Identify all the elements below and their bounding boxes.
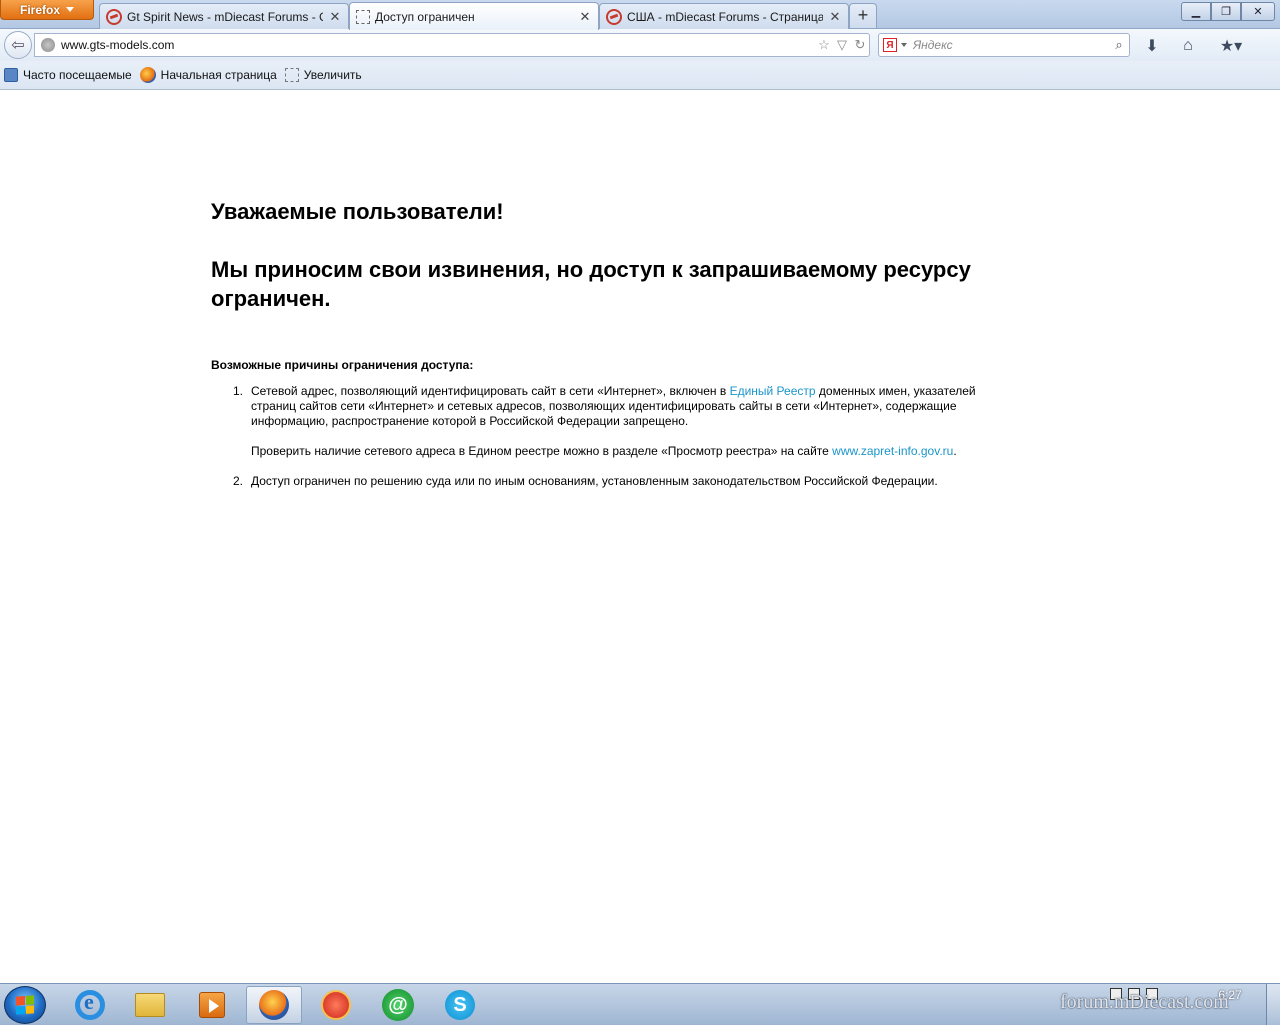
zapret-info-link[interactable]: www.zapret-info.gov.ru (832, 444, 953, 458)
folder-icon (135, 993, 165, 1017)
bookmark-start-page[interactable]: Начальная страница (139, 67, 277, 83)
start-button[interactable] (4, 986, 46, 1024)
ccleaner-icon (321, 990, 351, 1020)
windows-logo-icon (16, 995, 34, 1015)
system-tray (1110, 988, 1158, 1000)
close-window-button[interactable]: ✕ (1241, 2, 1275, 21)
minimize-icon: ▁ (1191, 6, 1201, 18)
close-icon: ✕ (1253, 6, 1263, 18)
tab-close-icon[interactable]: ✕ (828, 9, 842, 25)
tray-volume-icon[interactable] (1146, 988, 1158, 1000)
taskbar-mail-agent[interactable]: @ (370, 986, 426, 1024)
list-item-number: 1. (232, 384, 243, 398)
windows-taskbar: @ S 6:27 (0, 983, 1280, 1025)
page-viewport: Уважаемые пользователи! Мы приносим свои… (0, 90, 1280, 983)
restore-icon: ❐ (1221, 6, 1231, 18)
blank-page-icon (356, 9, 370, 24)
firefox-menu-button[interactable]: Firefox (0, 0, 94, 20)
reason-text-start: Сетевой адрес, позволяющий идентифициров… (251, 384, 730, 398)
bookmark-most-visited[interactable]: Часто посещаемые (4, 68, 132, 82)
tab-access-restricted[interactable]: Доступ ограничен ✕ (349, 2, 599, 30)
restore-button[interactable]: ❐ (1211, 2, 1241, 21)
tab-label: США - mDiecast Forums - Страница ... (627, 9, 823, 24)
bookmarks-menu-button[interactable]: ★▾ (1214, 35, 1248, 57)
check-text-start: Проверить наличие сетевого адреса в Един… (251, 444, 833, 458)
bookmark-label: Часто посещаемые (23, 68, 132, 82)
bookmark-zoom[interactable]: Увеличить (284, 68, 362, 82)
list-item-body: Доступ ограничен по решению суда или по … (251, 474, 938, 489)
firefox-icon (259, 990, 289, 1020)
url-input[interactable] (61, 38, 815, 52)
taskbar-skype[interactable]: S (432, 986, 488, 1024)
minimize-button[interactable]: ▁ (1181, 2, 1211, 21)
list-item-body: Сетевой адрес, позволяющий идентифициров… (251, 384, 1001, 459)
tab-label: Доступ ограничен (375, 9, 475, 24)
show-desktop-button[interactable] (1266, 984, 1280, 1025)
tab-label: Gt Spirit News - mDiecast Forums - С... (127, 9, 323, 24)
taskbar-firefox[interactable] (246, 986, 302, 1024)
home-icon: ⌂ (1183, 37, 1193, 54)
list-item: 1. Сетевой адрес, позволяющий идентифици… (211, 384, 1001, 459)
back-button[interactable]: ⇦ (4, 31, 32, 59)
home-button[interactable]: ⌂ (1176, 35, 1200, 57)
tab-close-icon[interactable]: ✕ (578, 9, 592, 25)
search-bar[interactable]: Я ⌕ (878, 33, 1130, 57)
bookmark-label: Начальная страница (160, 68, 277, 82)
blank-page-icon (284, 68, 299, 82)
list-item-number: 2. (232, 474, 243, 488)
search-icon[interactable]: ⌕ (1109, 37, 1129, 53)
page-apology-heading: Мы приносим свои извинения, но доступ к … (211, 257, 971, 311)
new-tab-button[interactable]: + (849, 3, 877, 28)
bookmarks-star-icon: ★▾ (1219, 38, 1243, 55)
browser-titlebar: Firefox Gt Spirit News - mDiecast Forums… (0, 0, 1280, 30)
taskbar-internet-explorer[interactable] (62, 986, 118, 1024)
chevron-down-icon[interactable] (901, 43, 907, 47)
tab-usa-mdiecast[interactable]: США - mDiecast Forums - Страница ... ✕ (599, 3, 849, 29)
reasons-title: Возможные причины ограничения доступа: (211, 358, 474, 372)
taskbar-explorer[interactable] (122, 986, 178, 1024)
search-input[interactable] (913, 38, 1109, 52)
media-player-icon (199, 992, 225, 1018)
address-bar[interactable]: ☆ ▽ ↻ (34, 33, 870, 57)
mdiecast-favicon-icon (606, 8, 622, 25)
check-text-end: . (953, 444, 957, 458)
firefox-menu-label: Firefox (19, 2, 60, 17)
reload-icon[interactable]: ↻ (851, 37, 869, 53)
bookmark-star-icon[interactable]: ☆ (815, 37, 833, 53)
history-dropdown-icon[interactable]: ▽ (833, 37, 851, 53)
chevron-down-icon (66, 7, 74, 12)
bookmarks-toolbar: Часто посещаемые Начальная страница Увел… (0, 61, 1280, 90)
reason-text: Сетевой адрес, позволяющий идентифициров… (251, 384, 1001, 429)
download-arrow-icon: ⬇ (1145, 38, 1159, 55)
bookmark-label: Увеличить (303, 68, 362, 82)
reason-text: Доступ ограничен по решению суда или по … (251, 474, 938, 488)
mail-agent-icon: @ (382, 989, 414, 1021)
yandex-engine-icon[interactable]: Я (883, 38, 897, 52)
taskbar-ccleaner[interactable] (308, 986, 364, 1024)
internet-explorer-icon (75, 989, 105, 1020)
registry-check-text: Проверить наличие сетевого адреса в Един… (251, 444, 1001, 459)
tray-network-icon[interactable] (1128, 988, 1140, 1000)
mdiecast-favicon-icon (106, 8, 122, 25)
tray-flag-icon[interactable] (1110, 988, 1122, 1000)
site-identity-icon[interactable] (41, 38, 55, 52)
list-item: 2. Доступ ограничен по решению суда или … (211, 474, 1001, 489)
tab-close-icon[interactable]: ✕ (328, 9, 342, 25)
access-restricted-notice: Уважаемые пользователи! Мы приносим свои… (211, 197, 1001, 504)
page-greeting-heading: Уважаемые пользователи! (211, 199, 504, 224)
downloads-button[interactable]: ⬇ (1140, 35, 1164, 57)
back-arrow-icon: ⇦ (11, 37, 25, 54)
most-visited-icon (4, 68, 18, 82)
firefox-icon (139, 67, 156, 83)
skype-icon: S (445, 990, 475, 1020)
unified-registry-link[interactable]: Единый Реестр (730, 384, 816, 398)
reasons-list: 1. Сетевой адрес, позволяющий идентифици… (211, 384, 1001, 489)
navigation-toolbar: ⇦ ☆ ▽ ↻ Я ⌕ ⬇ ⌂ ★▾ (0, 29, 1280, 61)
taskbar-clock[interactable]: 6:27 (1205, 988, 1255, 1002)
tab-gt-spirit-news[interactable]: Gt Spirit News - mDiecast Forums - С... … (99, 3, 349, 29)
taskbar-media-player[interactable] (184, 986, 240, 1024)
